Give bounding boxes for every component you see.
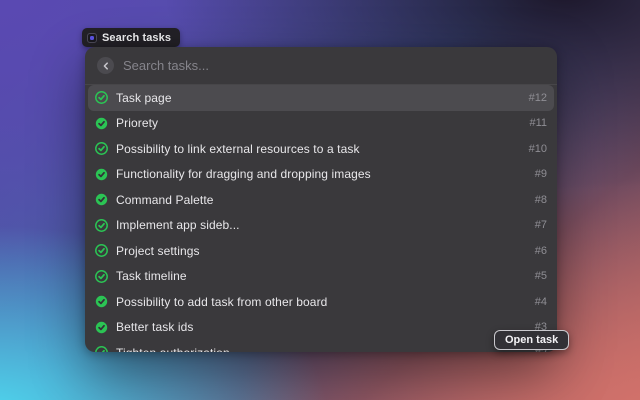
check-circle-filled-icon bbox=[95, 295, 108, 308]
task-id: #11 bbox=[529, 117, 547, 129]
task-row[interactable]: Better task ids #3 bbox=[88, 315, 554, 341]
task-title: Task page bbox=[116, 91, 521, 105]
chevron-left-icon bbox=[102, 62, 110, 70]
task-title: Implement app sideb... bbox=[116, 218, 527, 232]
task-id: #7 bbox=[535, 219, 547, 231]
check-circle-outline-icon bbox=[95, 346, 108, 352]
task-row[interactable]: Implement app sideb... #7 bbox=[88, 213, 554, 239]
task-row[interactable]: Task page #12 bbox=[88, 85, 554, 111]
check-circle-outline-icon bbox=[95, 91, 108, 104]
check-circle-outline-icon bbox=[95, 244, 108, 257]
task-title: Project settings bbox=[116, 244, 527, 258]
task-title: Better task ids bbox=[116, 320, 527, 334]
task-title: Possibility to link external resources t… bbox=[116, 142, 521, 156]
search-bar bbox=[85, 47, 557, 85]
task-id: #5 bbox=[535, 270, 547, 282]
task-row[interactable]: Possibility to add task from other board… bbox=[88, 289, 554, 315]
task-row[interactable]: Possibility to link external resources t… bbox=[88, 136, 554, 162]
task-row[interactable]: Priorety #11 bbox=[88, 111, 554, 137]
task-title: Tighten authorization bbox=[116, 346, 527, 352]
check-circle-filled-icon bbox=[95, 321, 108, 334]
task-title: Task timeline bbox=[116, 269, 527, 283]
task-title: Priorety bbox=[116, 116, 521, 130]
back-button[interactable] bbox=[97, 57, 114, 74]
task-row[interactable]: Task timeline #5 bbox=[88, 264, 554, 290]
check-circle-filled-icon bbox=[95, 193, 108, 206]
check-circle-outline-icon bbox=[95, 219, 108, 232]
command-palette: Task page #12 Priorety #11 Possibility t… bbox=[85, 47, 557, 352]
check-circle-outline-icon bbox=[95, 142, 108, 155]
task-id: #10 bbox=[529, 143, 547, 155]
task-title: Command Palette bbox=[116, 193, 527, 207]
task-title: Possibility to add task from other board bbox=[116, 295, 527, 309]
task-id: #9 bbox=[535, 168, 547, 180]
task-id: #12 bbox=[529, 92, 547, 104]
search-tasks-badge[interactable]: Search tasks bbox=[82, 28, 180, 47]
task-id: #6 bbox=[535, 245, 547, 257]
badge-label: Search tasks bbox=[102, 32, 171, 44]
desktop-background: { "badge": { "label": "Search tasks", "i… bbox=[0, 0, 640, 400]
task-id: #4 bbox=[535, 296, 547, 308]
open-task-button[interactable]: Open task bbox=[494, 330, 569, 350]
task-row[interactable]: Command Palette #8 bbox=[88, 187, 554, 213]
task-row[interactable]: Tighten authorization #2 bbox=[88, 340, 554, 352]
app-icon bbox=[87, 33, 97, 43]
check-circle-outline-icon bbox=[95, 270, 108, 283]
search-input[interactable] bbox=[123, 58, 545, 73]
check-circle-filled-icon bbox=[95, 117, 108, 130]
task-row[interactable]: Project settings #6 bbox=[88, 238, 554, 264]
check-circle-filled-icon bbox=[95, 168, 108, 181]
task-title: Functionality for dragging and dropping … bbox=[116, 167, 527, 181]
task-list: Task page #12 Priorety #11 Possibility t… bbox=[85, 85, 557, 352]
task-row[interactable]: Functionality for dragging and dropping … bbox=[88, 162, 554, 188]
task-id: #8 bbox=[535, 194, 547, 206]
